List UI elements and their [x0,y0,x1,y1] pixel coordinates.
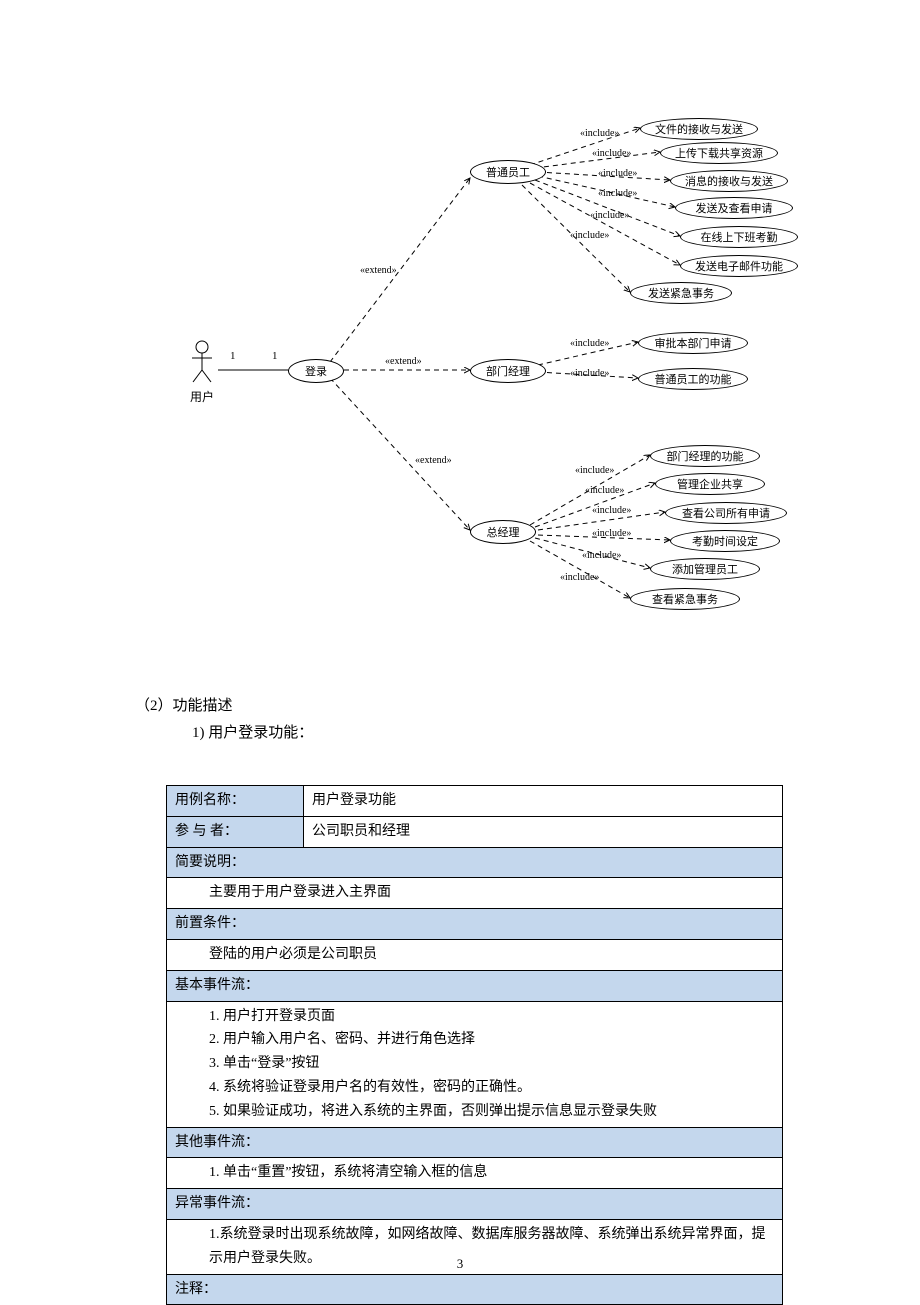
cell-label: 基本事件流： [167,970,783,1001]
cell-value: 1. 用户打开登录页面 2. 用户输入用户名、密码、并进行角色选择 3. 单击“… [167,1001,783,1127]
uml-diagram: 用户 1 1 登录 普通员工 部门经理 总经理 «extend» «extend… [160,110,880,620]
uc-staff-6: 发送紧急事务 [630,282,732,304]
usecase-gm: 总经理 [470,520,536,544]
actor-label: 用户 [188,388,216,405]
uc-staff-5: 发送电子邮件功能 [680,255,798,277]
uc-staff-2: 消息的接收与发送 [670,170,788,192]
cell-label: 异常事件流： [167,1189,783,1220]
uc-gm-2: 查看公司所有申请 [665,502,787,524]
uc-staff-3: 发送及查看申请 [675,197,793,219]
cell-label: 其他事件流： [167,1127,783,1158]
uc-gm-5: 查看紧急事务 [630,588,740,610]
inc-d1: «include» [570,368,609,379]
uc-staff-0: 文件的接收与发送 [640,118,758,140]
uc-dept-0: 审批本部门申请 [638,332,748,354]
table-row: 前置条件： [167,909,783,940]
inc-g4: «include» [582,550,621,561]
page-number: 3 [0,1256,920,1272]
heading-2-1: 1) 用户登录功能： [135,720,785,747]
inc-s0: «include» [580,128,619,139]
table-row: 用例名称： 用户登录功能 [167,786,783,817]
mult-1b: 1 [272,350,278,362]
cell-label: 用例名称： [167,786,304,817]
table-row: 1. 单击“重置”按钮，系统将清空输入框的信息 [167,1158,783,1189]
table-row: 注释： [167,1274,783,1305]
table-row: 主要用于用户登录进入主界面 [167,878,783,909]
cell-value: 公司职员和经理 [304,816,783,847]
section-heading: （2）功能描述 1) 用户登录功能： [135,693,785,747]
stereo-extend-3: «extend» [415,455,452,466]
table-row: 异常事件流： [167,1189,783,1220]
inc-s4: «include» [590,210,629,221]
inc-g1: «include» [585,485,624,496]
stereo-extend-2: «extend» [385,356,422,367]
cell-value: 登陆的用户必须是公司职员 [167,939,783,970]
cell-label: 简要说明： [167,847,783,878]
table-row: 登陆的用户必须是公司职员 [167,939,783,970]
cell-label: 注释： [167,1274,783,1305]
cell-value: 主要用于用户登录进入主界面 [167,878,783,909]
actor-user: 用户 [188,340,216,405]
cell-value: 1. 单击“重置”按钮，系统将清空输入框的信息 [167,1158,783,1189]
inc-s2: «include» [598,168,637,179]
inc-g0: «include» [575,465,614,476]
stereo-extend-1: «extend» [360,265,397,276]
uc-staff-4: 在线上下班考勤 [680,226,798,248]
inc-g2: «include» [592,505,631,516]
table-row: 基本事件流： [167,970,783,1001]
mult-1a: 1 [230,350,236,362]
usecase-dept: 部门经理 [470,359,546,383]
heading-2: （2）功能描述 [135,693,785,720]
uc-dept-1: 普通员工的功能 [638,368,748,390]
table-row: 1. 用户打开登录页面 2. 用户输入用户名、密码、并进行角色选择 3. 单击“… [167,1001,783,1127]
inc-g3: «include» [592,528,631,539]
inc-s5: «include» [570,230,609,241]
uc-gm-1: 管理企业共享 [655,473,765,495]
inc-d0: «include» [570,338,609,349]
uc-gm-0: 部门经理的功能 [650,445,760,467]
table-row: 参 与 者： 公司职员和经理 [167,816,783,847]
table-row: 其他事件流： [167,1127,783,1158]
usecase-staff: 普通员工 [470,160,546,184]
usecase-login: 登录 [288,359,344,383]
usecase-table: 用例名称： 用户登录功能 参 与 者： 公司职员和经理 简要说明： 主要用于用户… [166,785,783,1305]
cell-value: 用户登录功能 [304,786,783,817]
uc-gm-4: 添加管理员工 [650,558,760,580]
page: 用户 1 1 登录 普通员工 部门经理 总经理 «extend» «extend… [0,0,920,1302]
table-row: 简要说明： [167,847,783,878]
inc-g5: «include» [560,572,599,583]
cell-label: 参 与 者： [167,816,304,847]
inc-s3: «include» [598,188,637,199]
cell-label: 前置条件： [167,909,783,940]
uc-gm-3: 考勤时间设定 [670,530,780,552]
uc-staff-1: 上传下载共享资源 [660,142,778,164]
actor-icon [188,340,216,384]
inc-s1: «include» [592,148,631,159]
